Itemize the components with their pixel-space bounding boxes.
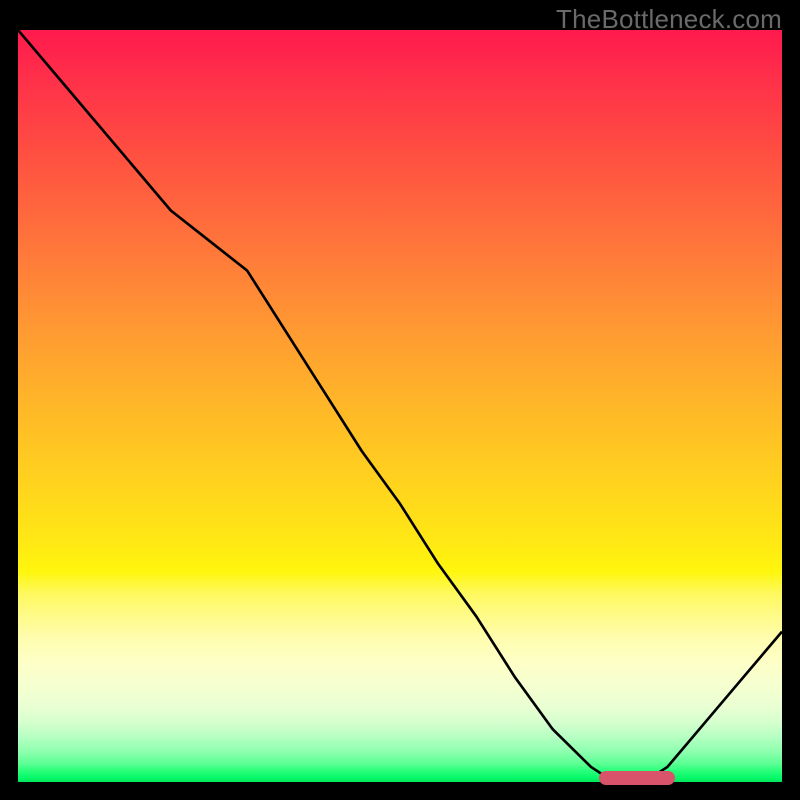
optimal-range-marker [599,771,675,785]
chart-container: TheBottleneck.com [0,0,800,800]
watermark-text: TheBottleneck.com [556,4,782,35]
curve-path [18,30,782,782]
plot-area [18,30,782,782]
bottleneck-curve [18,30,782,782]
